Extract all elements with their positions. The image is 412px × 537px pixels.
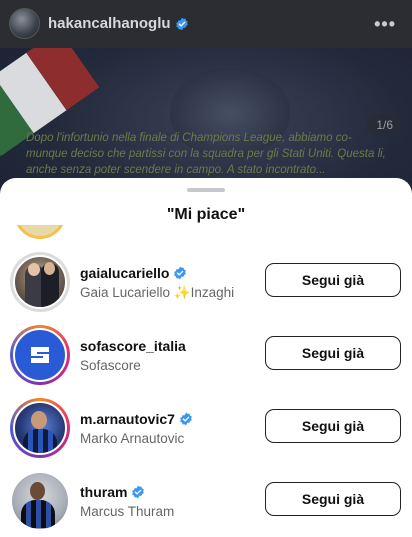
likes-bottom-sheet: "Mi piace" gaialucariello Gaia Lucariell…: [0, 178, 412, 537]
verified-badge-icon: [174, 266, 187, 280]
following-button[interactable]: Segui già: [265, 336, 401, 370]
liker-username[interactable]: gaialucariello: [80, 265, 169, 281]
verified-badge-icon: [132, 485, 145, 499]
avatar[interactable]: [10, 398, 70, 458]
liker-full-name: Marko Arnautovic: [80, 431, 185, 446]
liker-row[interactable]: sofascore_italia Sofascore Segui già: [0, 319, 412, 392]
verified-badge-icon: [180, 412, 192, 426]
liker-username[interactable]: m.arnautovic7: [80, 411, 175, 427]
post-author-username[interactable]: hakancalhanoglu: [48, 15, 171, 32]
liker-full-name: Gaia Lucariello ✨Inzaghi: [80, 285, 235, 300]
likers-list: gaialucariello Gaia Lucariello ✨Inzaghi …: [0, 246, 412, 537]
following-button[interactable]: Segui già: [265, 482, 401, 516]
scrolled-avatar-peek: [14, 225, 66, 245]
post-caption: Dopo l'infortunio nella finale di Champi…: [26, 132, 386, 176]
sheet-drag-handle[interactable]: [187, 188, 225, 192]
post-header: hakancalhanoglu •••: [0, 0, 412, 48]
sheet-title: "Mi piace": [166, 206, 246, 223]
avatar[interactable]: [10, 471, 70, 531]
following-button[interactable]: Segui già: [265, 409, 401, 443]
more-horizontal-icon[interactable]: •••: [374, 14, 396, 35]
avatar[interactable]: [10, 325, 70, 385]
liker-row[interactable]: m.arnautovic7 Marko Arnautovic Segui già: [0, 392, 412, 465]
verified-badge-icon: [175, 17, 188, 30]
liker-username[interactable]: sofascore_italia: [80, 338, 186, 354]
liker-full-name: Sofascore: [80, 358, 141, 373]
post-author-avatar[interactable]: [9, 8, 40, 39]
post-author[interactable]: hakancalhanoglu: [48, 15, 189, 32]
sofascore-logo-icon: [31, 347, 49, 363]
liker-username[interactable]: thuram: [80, 484, 127, 500]
liker-row[interactable]: gaialucariello Gaia Lucariello ✨Inzaghi …: [0, 246, 412, 319]
liker-row[interactable]: thuram Marcus Thuram Segui già: [0, 465, 412, 537]
avatar[interactable]: [10, 252, 70, 312]
liker-full-name: Marcus Thuram: [80, 504, 175, 519]
following-button[interactable]: Segui già: [265, 263, 401, 297]
